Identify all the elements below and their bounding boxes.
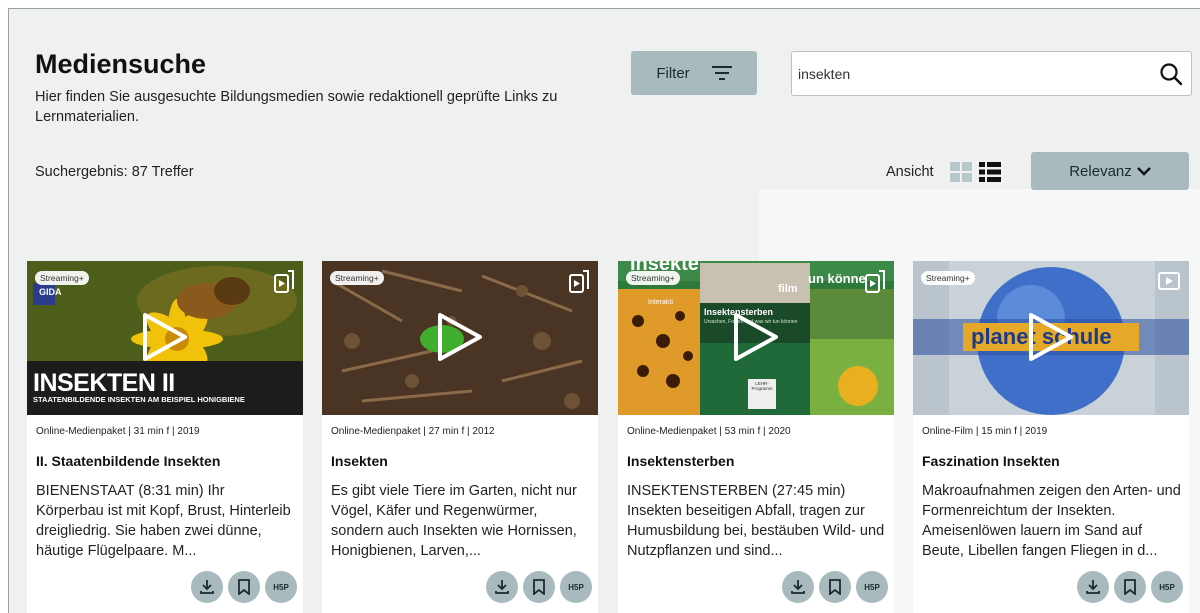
card-thumbnail[interactable]: GIDA INSEKTEN II STAATENBILDENDE INSEKTE… xyxy=(27,261,303,415)
search-box xyxy=(791,51,1192,96)
h5p-button[interactable]: H5P xyxy=(856,571,888,603)
chevron-down-icon xyxy=(1136,167,1151,176)
media-card[interactable]: Streaming+ Online-Medienpaket | 27 min f… xyxy=(322,261,598,613)
card-actions: H5P xyxy=(782,571,888,603)
sort-button[interactable]: Relevanz xyxy=(1031,152,1189,190)
streaming-badge: Streaming+ xyxy=(330,271,384,285)
thumbnail-lehr-label: LEHR-Programm xyxy=(751,381,773,391)
card-title[interactable]: Faszination Insekten xyxy=(922,453,1060,469)
result-count: Suchergebnis: 87 Treffer xyxy=(35,164,194,180)
download-icon xyxy=(200,580,214,594)
thumbnail-interaktiv-text: Interakti xyxy=(648,299,673,306)
card-meta: Online-Film | 15 min f | 2019 xyxy=(922,426,1048,437)
download-icon xyxy=(1086,580,1100,594)
streaming-badge: Streaming+ xyxy=(921,271,975,285)
bookmark-button[interactable] xyxy=(523,571,555,603)
bookmark-icon xyxy=(829,579,841,595)
filter-button-label: Filter xyxy=(656,64,690,82)
play-icon[interactable] xyxy=(730,311,780,363)
card-meta: Online-Medienpaket | 27 min f | 2012 xyxy=(331,426,495,437)
gida-logo: GIDA xyxy=(39,287,62,297)
grid-view-icon[interactable] xyxy=(950,162,972,182)
h5p-button[interactable]: H5P xyxy=(265,571,297,603)
card-meta: Online-Medienpaket | 53 min f | 2020 xyxy=(627,426,791,437)
bookmark-button[interactable] xyxy=(819,571,851,603)
thumbnail-banner-text: un könne xyxy=(808,271,866,286)
bookmark-icon xyxy=(533,579,545,595)
card-description: Es gibt viele Tiere im Garten, nicht nur… xyxy=(331,483,577,559)
card-meta: Online-Medienpaket | 31 min f | 2019 xyxy=(36,426,200,437)
bookmark-button[interactable] xyxy=(228,571,260,603)
search-icon[interactable] xyxy=(1159,62,1183,86)
media-card[interactable]: planet schule Streaming+ Online-Film | 1… xyxy=(913,261,1189,613)
card-actions: H5P xyxy=(1077,571,1183,603)
download-icon xyxy=(495,580,509,594)
card-description: Makroaufnahmen zeigen den Arten- und For… xyxy=(922,483,1181,559)
card-actions: H5P xyxy=(486,571,592,603)
filter-button[interactable]: Filter xyxy=(631,51,757,95)
card-thumbnail[interactable]: Insekte un könne film Interakti Insekten… xyxy=(618,261,894,415)
page-description: Hier finden Sie ausgesuchte Bildungsmedi… xyxy=(35,89,558,125)
view-label: Ansicht xyxy=(886,164,934,180)
media-package-icon xyxy=(569,270,589,293)
video-icon xyxy=(1158,272,1180,290)
h5p-button[interactable]: H5P xyxy=(1151,571,1183,603)
thumbnail-subtitle: STAATENBILDENDE INSEKTEN AM BEISPIEL HON… xyxy=(33,395,245,404)
card-title[interactable]: Insektensterben xyxy=(627,453,734,469)
download-button[interactable] xyxy=(1077,571,1109,603)
card-thumbnail[interactable]: Streaming+ xyxy=(322,261,598,415)
bookmark-icon xyxy=(1124,579,1136,595)
search-input[interactable] xyxy=(798,52,1138,95)
filter-icon xyxy=(711,66,732,80)
page-frame: Mediensuche Hier finden Sie ausgesuchte … xyxy=(8,8,1200,613)
streaming-badge: Streaming+ xyxy=(35,271,89,285)
card-title[interactable]: II. Staatenbildende Insekten xyxy=(36,453,220,469)
bookmark-icon xyxy=(238,579,250,595)
streaming-badge: Streaming+ xyxy=(626,271,680,285)
h5p-button[interactable]: H5P xyxy=(560,571,592,603)
download-button[interactable] xyxy=(191,571,223,603)
card-description: INSEKTENSTERBEN (27:45 min) Insekten bes… xyxy=(627,483,885,559)
media-package-icon xyxy=(274,270,294,293)
media-card[interactable]: GIDA INSEKTEN II STAATENBILDENDE INSEKTE… xyxy=(27,261,303,613)
sort-button-label: Relevanz xyxy=(1069,162,1132,180)
card-description: BIENENSTAAT (8:31 min) Ihr Körperbau ist… xyxy=(36,483,291,559)
card-actions: H5P xyxy=(191,571,297,603)
list-view-icon[interactable] xyxy=(979,162,1001,182)
card-thumbnail[interactable]: planet schule Streaming+ xyxy=(913,261,1189,415)
page-title: Mediensuche xyxy=(35,49,207,79)
download-button[interactable] xyxy=(782,571,814,603)
thumbnail-film-text: film xyxy=(778,283,798,295)
thumbnail-title: INSEKTEN II xyxy=(33,369,175,397)
card-title[interactable]: Insekten xyxy=(331,453,388,469)
play-icon[interactable] xyxy=(1025,311,1075,363)
play-icon[interactable] xyxy=(139,311,189,363)
media-card[interactable]: Insekte un könne film Interakti Insekten… xyxy=(618,261,894,613)
play-icon[interactable] xyxy=(434,311,484,363)
download-icon xyxy=(791,580,805,594)
bookmark-button[interactable] xyxy=(1114,571,1146,603)
media-package-icon xyxy=(865,270,885,293)
download-button[interactable] xyxy=(486,571,518,603)
